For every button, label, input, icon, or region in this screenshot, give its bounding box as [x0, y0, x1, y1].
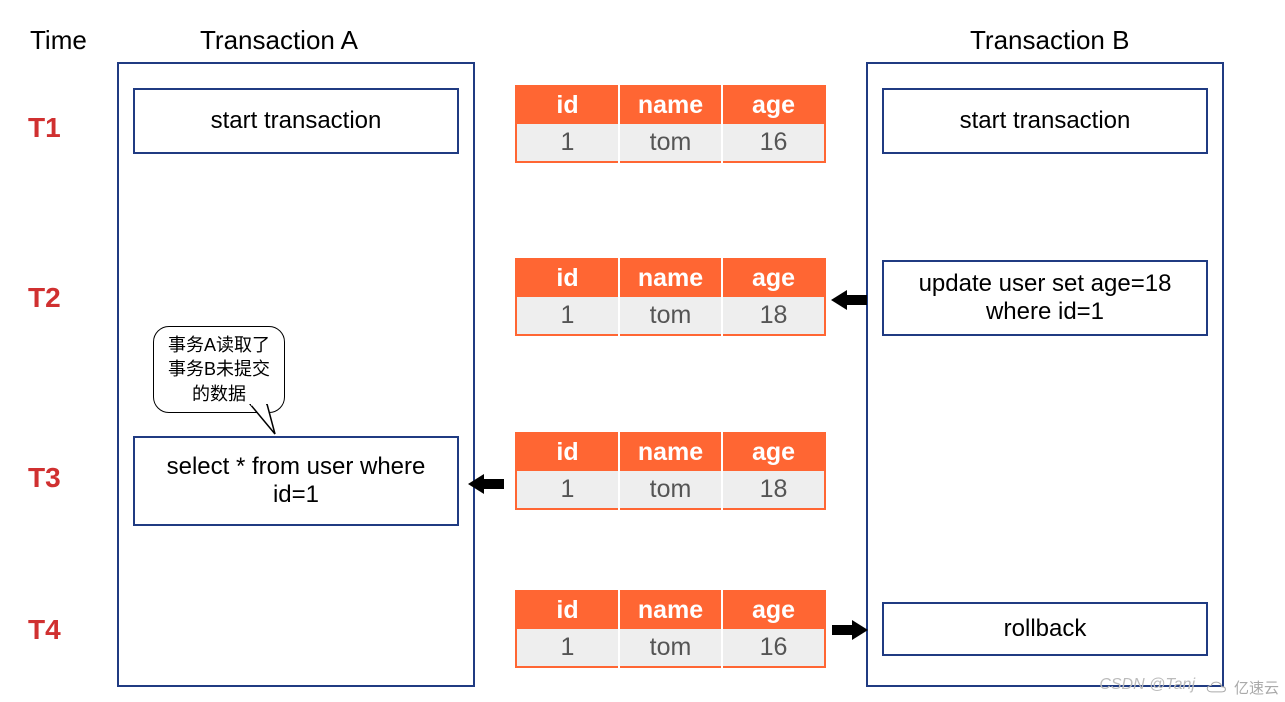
cell-name: tom — [619, 471, 722, 509]
col-id: id — [516, 259, 619, 297]
txn-a-start-box: start transaction — [133, 88, 459, 154]
cell-id: 1 — [516, 297, 619, 335]
cell-age: 16 — [722, 124, 825, 162]
transaction-b-column — [866, 62, 1224, 687]
state-table-t1: id name age 1 tom 16 — [515, 85, 826, 163]
speech-tail-icon — [245, 404, 295, 444]
cloud-icon — [1204, 679, 1230, 697]
txn-b-start-box: start transaction — [882, 88, 1208, 154]
state-table-t4: id name age 1 tom 16 — [515, 590, 826, 668]
cell-name: tom — [619, 629, 722, 667]
cell-age: 18 — [722, 471, 825, 509]
transaction-b-header: Transaction B — [970, 25, 1129, 56]
time-label-t1: T1 — [28, 112, 61, 144]
col-name: name — [619, 86, 722, 124]
cell-name: tom — [619, 124, 722, 162]
col-name: name — [619, 259, 722, 297]
col-age: age — [722, 259, 825, 297]
time-header: Time — [30, 25, 87, 56]
col-age: age — [722, 591, 825, 629]
txn-b-update-text: update user set age=18 where id=1 — [898, 270, 1192, 326]
cell-age: 16 — [722, 629, 825, 667]
time-label-t4: T4 — [28, 614, 61, 646]
time-label-t2: T2 — [28, 282, 61, 314]
state-table-t2: id name age 1 tom 18 — [515, 258, 826, 336]
cell-name: tom — [619, 297, 722, 335]
col-id: id — [516, 591, 619, 629]
col-age: age — [722, 86, 825, 124]
col-id: id — [516, 86, 619, 124]
speech-bubble: 事务A读取了 事务B未提交 的数据 — [153, 326, 285, 413]
txn-a-select-box: select * from user where id=1 — [133, 436, 459, 526]
col-name: name — [619, 591, 722, 629]
state-table-t3: id name age 1 tom 18 — [515, 432, 826, 510]
bubble-line3: 的数据 — [168, 382, 270, 406]
col-name: name — [619, 433, 722, 471]
col-id: id — [516, 433, 619, 471]
txn-b-update-box: update user set age=18 where id=1 — [882, 260, 1208, 336]
watermark-csdn: CSDN @Tanj — [1099, 676, 1195, 694]
time-label-t3: T3 — [28, 462, 61, 494]
cell-id: 1 — [516, 124, 619, 162]
watermark-yisu: 亿速云 — [1204, 677, 1279, 698]
bubble-line2: 事务B未提交 — [168, 357, 270, 381]
cell-age: 18 — [722, 297, 825, 335]
txn-a-select-text: select * from user where id=1 — [149, 453, 443, 509]
watermark-yisu-text: 亿速云 — [1234, 677, 1279, 698]
txn-b-rollback-box: rollback — [882, 602, 1208, 656]
cell-id: 1 — [516, 629, 619, 667]
transaction-a-header: Transaction A — [200, 25, 358, 56]
col-age: age — [722, 433, 825, 471]
cell-id: 1 — [516, 471, 619, 509]
bubble-line1: 事务A读取了 — [168, 333, 270, 357]
